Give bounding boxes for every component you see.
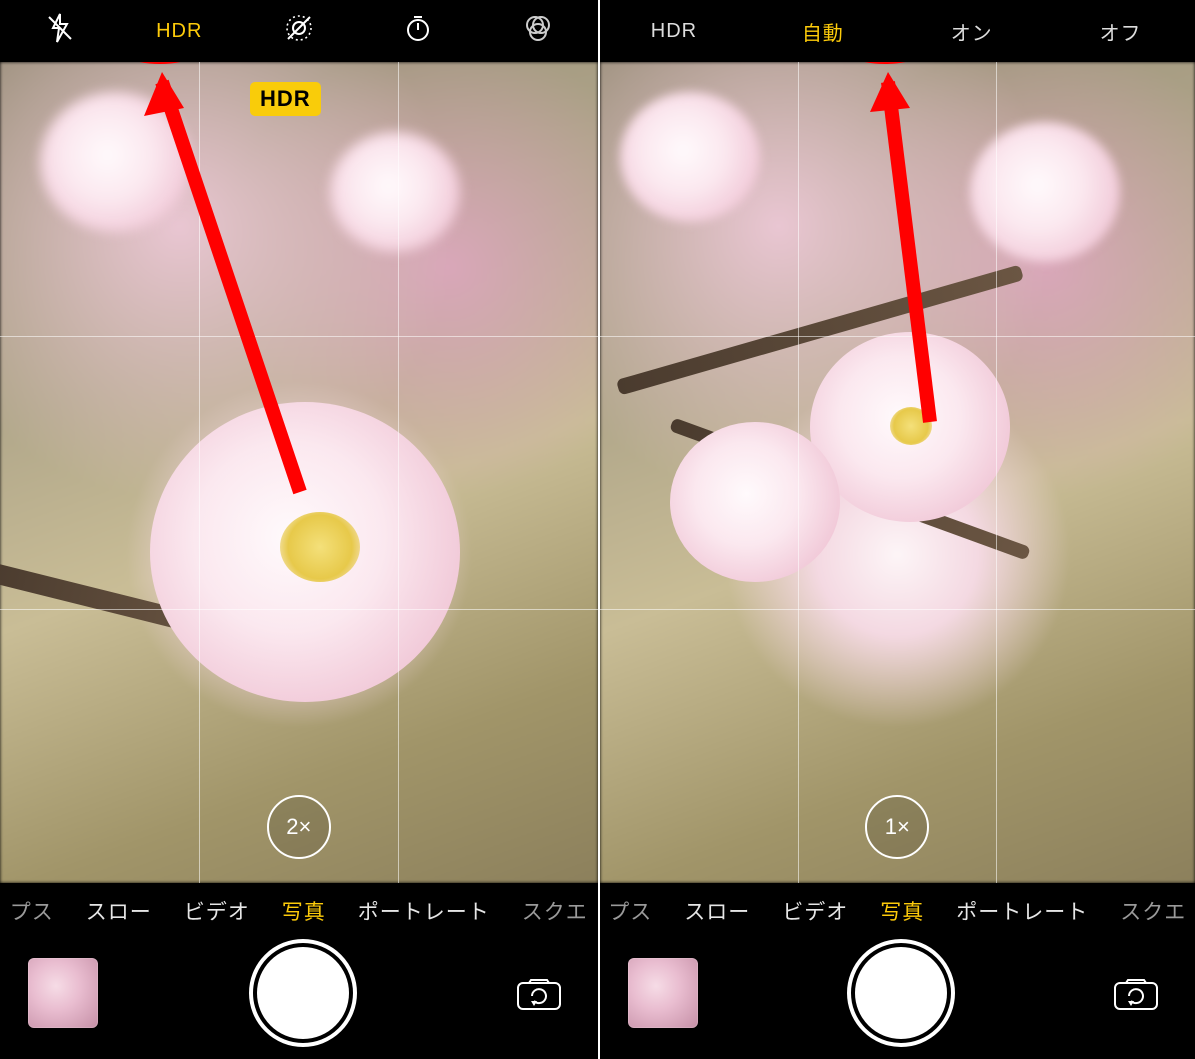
timer-button[interactable] — [359, 13, 479, 49]
mode-item[interactable]: ビデオ — [782, 896, 848, 926]
blossom-decor-blur — [620, 92, 760, 222]
switch-camera-icon — [1111, 973, 1161, 1013]
mode-item[interactable]: スロー — [86, 896, 152, 926]
flash-button[interactable] — [0, 13, 120, 49]
shutter-button[interactable] — [855, 947, 947, 1039]
live-photo-off-icon — [284, 13, 314, 43]
camera-topbar-hdr-expanded: HDR 自動 オン オフ — [600, 0, 1195, 62]
mode-item[interactable]: スクエ — [1120, 896, 1186, 926]
annotation-arrow — [140, 72, 340, 522]
mode-item[interactable]: スクエ — [522, 896, 588, 926]
camera-controls — [600, 939, 1195, 1059]
switch-camera-icon — [514, 973, 564, 1013]
blossom-decor2 — [670, 422, 840, 582]
hdr-option-on[interactable]: オン — [897, 17, 1046, 46]
blossom-decor-blur2 — [970, 122, 1120, 262]
annotation-arrow — [870, 72, 990, 442]
camera-bottombar: プス スロー ビデオ 写真 ポートレート スクエ — [0, 883, 598, 1059]
camera-viewfinder[interactable]: HDR 2× — [0, 62, 598, 883]
switch-camera-button[interactable] — [508, 969, 570, 1017]
camera-mode-selector[interactable]: プス スロー ビデオ 写真 ポートレート スクエ — [0, 883, 598, 939]
camera-bottombar: プス スロー ビデオ 写真 ポートレート スクエ — [600, 883, 1195, 1059]
last-photo-thumbnail[interactable] — [628, 958, 698, 1028]
mode-item[interactable]: プス — [608, 896, 652, 926]
mode-item[interactable]: ビデオ — [184, 896, 250, 926]
filters-button[interactable] — [478, 13, 598, 49]
hdr-button[interactable]: HDR — [120, 20, 240, 43]
hdr-label: HDR — [600, 20, 749, 43]
flash-off-icon — [45, 13, 75, 43]
timer-icon — [403, 13, 433, 43]
mode-item[interactable]: ポートレート — [358, 896, 490, 926]
last-photo-thumbnail[interactable] — [28, 958, 98, 1028]
zoom-button[interactable]: 1× — [865, 795, 929, 859]
mode-item[interactable]: プス — [10, 896, 54, 926]
switch-camera-button[interactable] — [1105, 969, 1167, 1017]
hdr-option-off[interactable]: オフ — [1046, 17, 1195, 46]
mode-item[interactable]: ポートレート — [956, 896, 1088, 926]
mode-item-active[interactable]: 写真 — [880, 896, 924, 926]
stamen-decor — [280, 512, 360, 582]
shutter-button[interactable] — [257, 947, 349, 1039]
live-photo-button[interactable] — [239, 13, 359, 49]
zoom-button[interactable]: 2× — [267, 795, 331, 859]
mode-item[interactable]: スロー — [684, 896, 750, 926]
mode-item-active[interactable]: 写真 — [282, 896, 326, 926]
filters-icon — [523, 13, 553, 43]
phone-screenshot-right: HDR 自動 オン オフ 1× プス スロー ビデオ 写真 ポートレート スクエ — [598, 0, 1195, 1059]
camera-mode-selector[interactable]: プス スロー ビデオ 写真 ポートレート スクエ — [600, 883, 1195, 939]
camera-topbar: HDR — [0, 0, 598, 62]
blossom-decor-blur2 — [330, 132, 460, 252]
hdr-option-auto[interactable]: 自動 — [748, 17, 897, 46]
phone-screenshot-left: HDR HDR 2× — [0, 0, 598, 1059]
camera-viewfinder[interactable]: 1× — [600, 62, 1195, 883]
camera-controls — [0, 939, 598, 1059]
